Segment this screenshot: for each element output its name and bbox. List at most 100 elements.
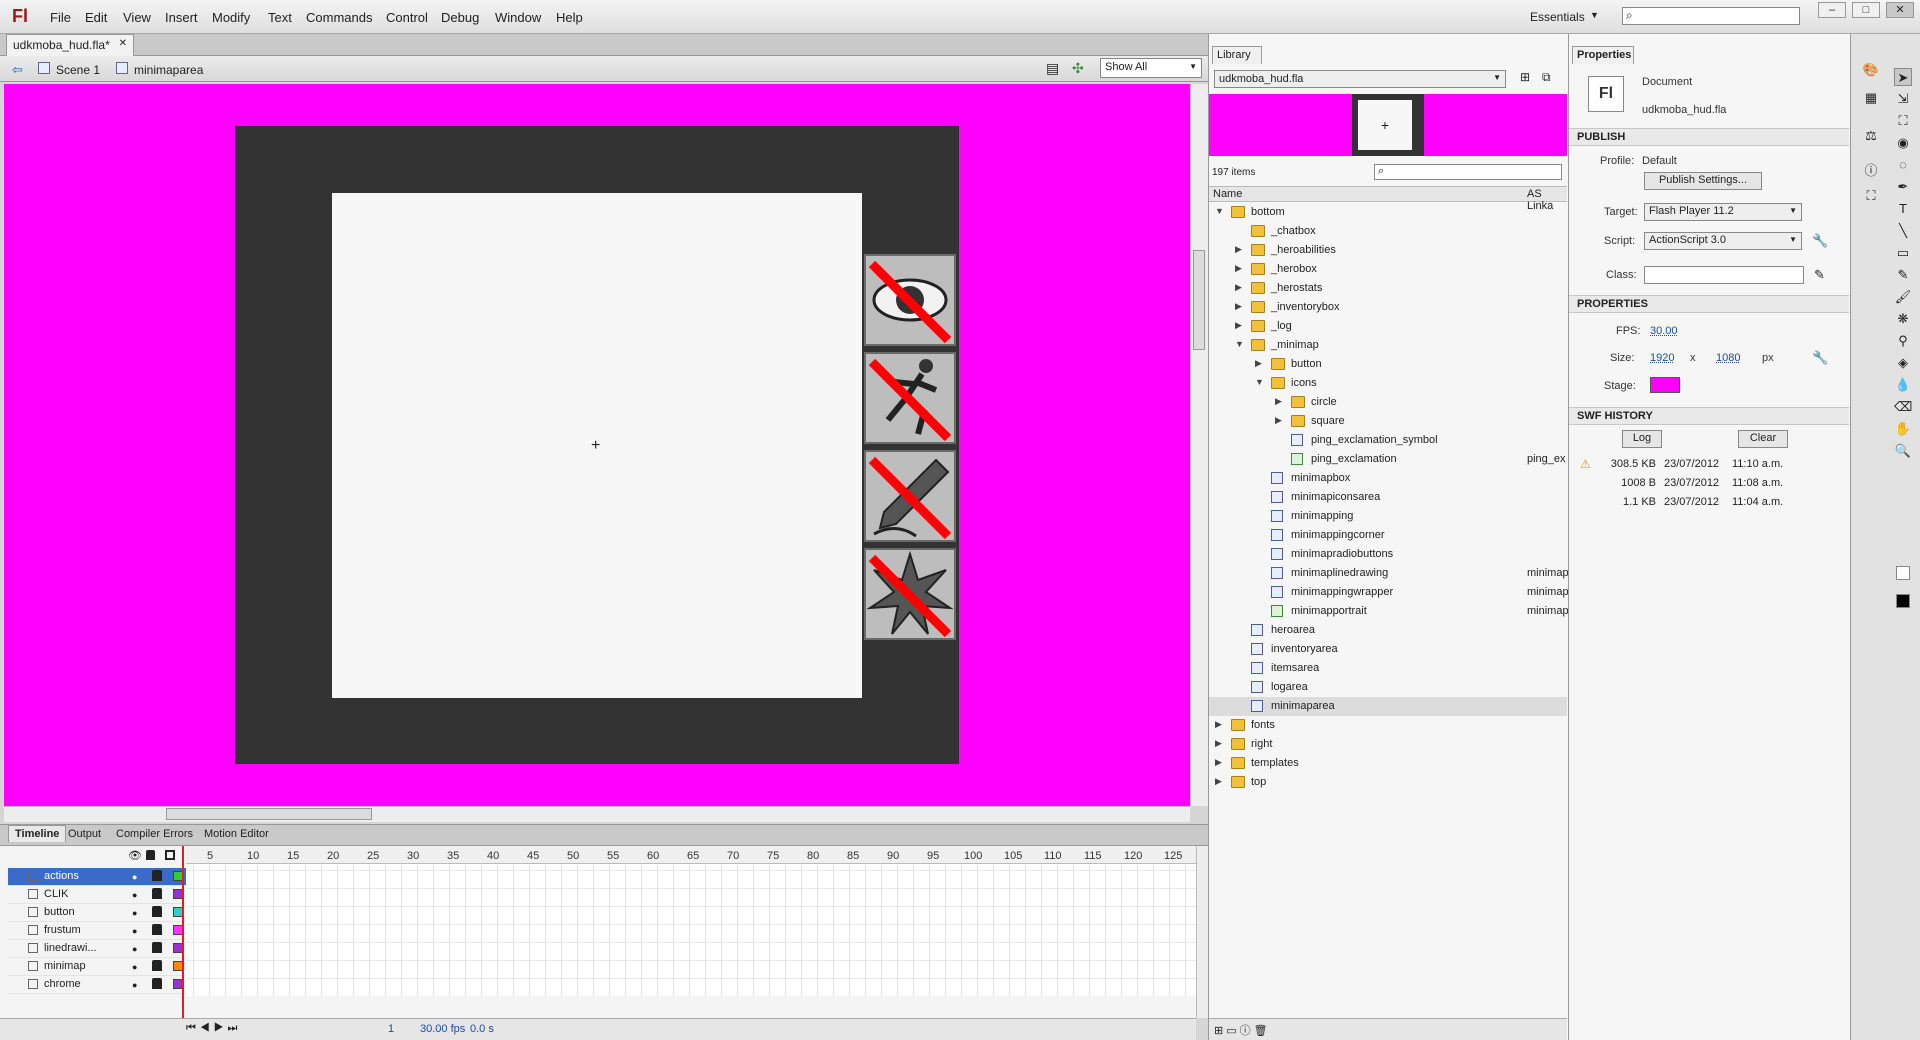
menu-debug[interactable]: Debug bbox=[441, 10, 479, 25]
publish-section-header[interactable]: PUBLISH bbox=[1569, 128, 1849, 146]
stage-horizontal-scroll-thumb[interactable] bbox=[166, 808, 372, 820]
brush-tool-icon[interactable]: 🖌 bbox=[1894, 288, 1912, 306]
chevron-down-icon[interactable]: ▼ bbox=[1590, 10, 1599, 20]
layer-name[interactable]: chrome bbox=[44, 978, 81, 990]
document-tab[interactable]: udkmoba_hud.fla* ✕ bbox=[6, 34, 134, 56]
menu-file[interactable]: File bbox=[50, 10, 71, 25]
stage-vertical-scrollbar[interactable] bbox=[1190, 84, 1208, 806]
close-window-button[interactable]: ✕ bbox=[1886, 2, 1914, 18]
ping-button-attack[interactable] bbox=[864, 548, 956, 640]
tab-motion-editor[interactable]: Motion Editor bbox=[204, 828, 269, 840]
expanded-arrow-icon[interactable]: ▼ bbox=[1215, 206, 1224, 216]
library-item[interactable]: ▶ circle bbox=[1209, 393, 1567, 412]
hand-tool-icon[interactable]: ✋ bbox=[1894, 420, 1912, 438]
layer-row[interactable]: minimap ● bbox=[8, 958, 186, 976]
library-item[interactable]: ▶ right bbox=[1209, 735, 1567, 754]
lock-icon[interactable] bbox=[152, 960, 162, 971]
stage-vertical-scroll-thumb[interactable] bbox=[1193, 250, 1205, 350]
height-value[interactable]: 1080 bbox=[1716, 352, 1740, 364]
lasso-tool-icon[interactable]: ◌ bbox=[1894, 156, 1912, 174]
collapsed-arrow-icon[interactable]: ▶ bbox=[1255, 358, 1262, 369]
edit-scene-icon[interactable]: ▤ bbox=[1046, 60, 1059, 77]
close-icon[interactable]: ✕ bbox=[119, 38, 127, 49]
menu-text[interactable]: Text bbox=[268, 10, 292, 25]
breadcrumb-symbol[interactable]: minimaparea bbox=[134, 63, 203, 77]
3d-rotation-tool-icon[interactable]: ◉ bbox=[1894, 134, 1912, 152]
library-item[interactable]: ▶ _heroabilities bbox=[1209, 241, 1567, 260]
outline-all-icon[interactable] bbox=[165, 850, 175, 860]
expanded-arrow-icon[interactable]: ▼ bbox=[1255, 377, 1264, 387]
layer-name[interactable]: actions bbox=[44, 870, 79, 882]
layer-name[interactable]: button bbox=[44, 906, 75, 918]
library-item[interactable]: ▶ _inventorybox bbox=[1209, 298, 1567, 317]
transform-icon[interactable]: ⛶ bbox=[1862, 188, 1880, 206]
rectangle-tool-icon[interactable]: ▭ bbox=[1894, 244, 1912, 262]
tab-properties[interactable]: Properties bbox=[1572, 46, 1634, 64]
library-item[interactable]: ▼ _minimap bbox=[1209, 336, 1567, 355]
text-tool-icon[interactable]: T bbox=[1894, 200, 1912, 218]
layer-row[interactable]: frustum ● bbox=[8, 922, 186, 940]
free-transform-tool-icon[interactable]: ⛶ bbox=[1894, 112, 1912, 130]
collapsed-arrow-icon[interactable]: ▶ bbox=[1235, 263, 1242, 274]
library-item[interactable]: ping_exclamation_symbol bbox=[1209, 431, 1567, 450]
menu-view[interactable]: View bbox=[123, 10, 151, 25]
ping-button-draw[interactable] bbox=[864, 450, 956, 542]
library-item[interactable]: inventoryarea bbox=[1209, 640, 1567, 659]
library-actions-icon[interactable]: ⊞▭ⓘ🗑 bbox=[1214, 1022, 1271, 1038]
collapsed-arrow-icon[interactable]: ▶ bbox=[1275, 396, 1282, 407]
library-item[interactable]: ▶ fonts bbox=[1209, 716, 1567, 735]
visibility-dot-icon[interactable]: ● bbox=[132, 872, 137, 882]
pencil-tool-icon[interactable]: ✎ bbox=[1894, 266, 1912, 284]
collapsed-arrow-icon[interactable]: ▶ bbox=[1235, 282, 1242, 293]
lock-icon[interactable] bbox=[152, 906, 162, 917]
visibility-dot-icon[interactable]: ● bbox=[132, 944, 137, 954]
lock-icon[interactable] bbox=[152, 924, 162, 935]
tab-library[interactable]: Library bbox=[1212, 46, 1262, 64]
library-item[interactable]: minimapradiobuttons bbox=[1209, 545, 1567, 564]
breadcrumb-scene[interactable]: Scene 1 bbox=[56, 63, 100, 77]
lock-icon[interactable] bbox=[152, 942, 162, 953]
selection-tool-icon[interactable]: ➤ bbox=[1894, 68, 1912, 86]
visibility-dot-icon[interactable]: ● bbox=[132, 908, 137, 918]
library-item[interactable]: ▼ bottom bbox=[1209, 203, 1567, 222]
playhead[interactable] bbox=[182, 846, 190, 1018]
lock-icon[interactable] bbox=[152, 870, 162, 881]
collapsed-arrow-icon[interactable]: ▶ bbox=[1235, 244, 1242, 255]
panel-icon-1[interactable]: 🎨 bbox=[1862, 62, 1880, 80]
frame-rate[interactable]: 30.00 fps bbox=[420, 1023, 465, 1035]
visibility-dot-icon[interactable]: ● bbox=[132, 980, 137, 990]
layer-name[interactable]: CLIK bbox=[44, 888, 68, 900]
layer-row[interactable]: CLIK ● bbox=[8, 886, 186, 904]
minimize-button[interactable]: – bbox=[1818, 2, 1846, 18]
pen-tool-icon[interactable]: ✒ bbox=[1894, 178, 1912, 196]
clear-button[interactable]: Clear bbox=[1738, 430, 1788, 448]
library-item[interactable]: ▶ button bbox=[1209, 355, 1567, 374]
tab-output[interactable]: Output bbox=[68, 828, 101, 840]
deco-tool-icon[interactable]: ❋ bbox=[1894, 310, 1912, 328]
library-item[interactable]: minimaplinedrawing minimap bbox=[1209, 564, 1569, 583]
help-search-input[interactable]: ⌕ bbox=[1622, 7, 1800, 25]
pin-library-icon[interactable]: ⊞ bbox=[1520, 70, 1530, 84]
collapsed-arrow-icon[interactable]: ▶ bbox=[1275, 415, 1282, 426]
menu-control[interactable]: Control bbox=[386, 10, 428, 25]
swf-history-section-header[interactable]: SWF HISTORY bbox=[1569, 407, 1849, 425]
lock-icon[interactable] bbox=[152, 888, 162, 899]
frame-grid[interactable] bbox=[186, 864, 1196, 996]
layer-name[interactable]: frustum bbox=[44, 924, 81, 936]
edit-symbols-icon[interactable]: ✣ bbox=[1072, 60, 1084, 77]
collapsed-arrow-icon[interactable]: ▶ bbox=[1235, 320, 1242, 331]
library-item[interactable]: minimaparea bbox=[1209, 697, 1567, 716]
library-item[interactable]: minimapbox bbox=[1209, 469, 1567, 488]
properties-section-header[interactable]: PROPERTIES bbox=[1569, 295, 1849, 313]
panel-icon-3[interactable]: ⚖ bbox=[1862, 128, 1880, 146]
zoom-tool-icon[interactable]: 🔍 bbox=[1894, 442, 1912, 460]
library-item[interactable]: itemsarea bbox=[1209, 659, 1567, 678]
menu-help[interactable]: Help bbox=[556, 10, 583, 25]
layer-row[interactable]: chrome ● bbox=[8, 976, 186, 994]
layer-row[interactable]: actions ● bbox=[8, 868, 186, 886]
class-input[interactable] bbox=[1644, 266, 1804, 284]
lock-all-icon[interactable] bbox=[146, 850, 155, 860]
library-item[interactable]: minimapping bbox=[1209, 507, 1567, 526]
wrench-icon[interactable]: 🔧 bbox=[1812, 233, 1828, 249]
library-item[interactable]: minimapportrait minimap bbox=[1209, 602, 1569, 621]
